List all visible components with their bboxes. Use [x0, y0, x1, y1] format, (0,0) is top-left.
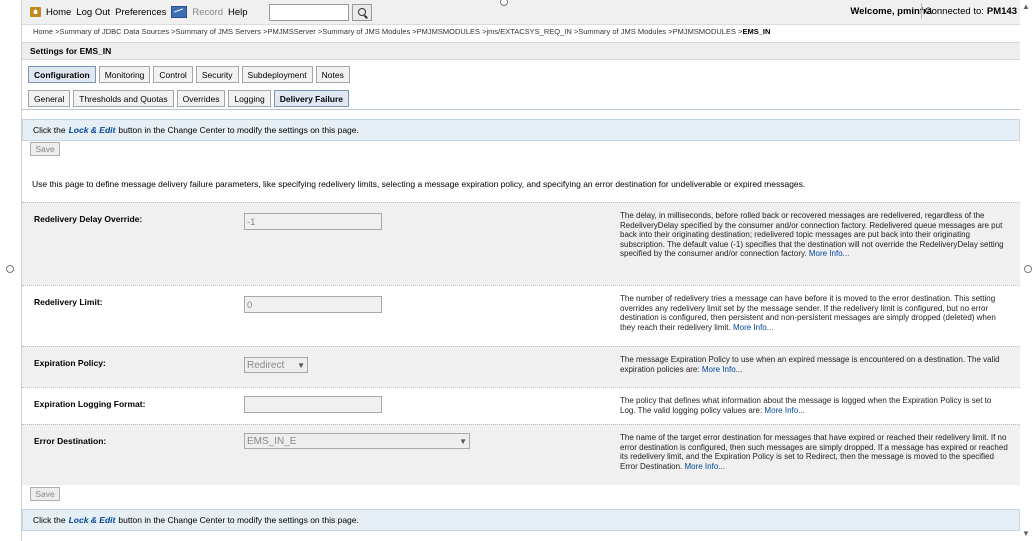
right-resize-handle[interactable]: [1024, 265, 1032, 273]
notice-prefix: Click the: [33, 125, 66, 135]
console-frame: Home Log Out Preferences Record Help Wel…: [22, 0, 1020, 541]
sub-tabs: General Thresholds and Quotas Overrides …: [28, 90, 352, 107]
field-row-redelivery-delay: Redelivery Delay Override: -1 The delay,…: [22, 202, 1020, 285]
description-text: The number of redelivery tries a message…: [620, 294, 996, 332]
tab-monitoring[interactable]: Monitoring: [98, 66, 151, 83]
page-description: Use this page to define message delivery…: [32, 179, 806, 189]
field-label: Expiration Policy:: [34, 358, 106, 368]
main-tabs: Configuration Monitoring Control Securit…: [28, 66, 353, 83]
help-link[interactable]: Help: [228, 7, 248, 18]
left-resize-handle[interactable]: [6, 265, 14, 273]
field-label: Expiration Logging Format:: [34, 399, 146, 409]
selected-value: Redirect: [247, 359, 285, 371]
selected-value: EMS_IN_E: [247, 435, 297, 447]
notice-suffix: button in the Change Center to modify th…: [118, 125, 359, 135]
tab-divider: [22, 109, 1020, 110]
save-button[interactable]: Save: [30, 142, 60, 156]
tab-subdeployment[interactable]: Subdeployment: [241, 66, 313, 83]
connected-label: Connected to:: [924, 5, 984, 17]
redelivery-delay-input[interactable]: -1: [244, 213, 382, 230]
breadcrumb-current: EMS_IN: [742, 27, 771, 36]
dropdown-arrow-icon: ▼: [459, 436, 467, 446]
notice-prefix: Click the: [33, 515, 66, 525]
search-icon: [357, 8, 366, 16]
home-icon[interactable]: [30, 7, 41, 17]
change-center-notice-bottom: Click the Lock & Edit button in the Chan…: [22, 509, 1020, 531]
change-center-notice: Click the Lock & Edit button in the Chan…: [22, 119, 1020, 141]
left-edge: [21, 0, 22, 541]
tab-control[interactable]: Control: [153, 66, 193, 83]
subtab-thresholds[interactable]: Thresholds and Quotas: [73, 90, 174, 107]
home-link[interactable]: Home: [46, 7, 71, 18]
notice-suffix: button in the Change Center to modify th…: [118, 515, 359, 525]
tab-security[interactable]: Security: [195, 66, 239, 83]
more-info-link[interactable]: More Info...: [702, 365, 742, 374]
more-info-link[interactable]: More Info...: [733, 323, 773, 332]
connected-server: PM143: [986, 5, 1017, 17]
lock-edit-link[interactable]: Lock & Edit: [69, 125, 116, 135]
search-input[interactable]: [268, 3, 349, 21]
logout-link[interactable]: Log Out: [76, 7, 110, 18]
description-text: The name of the target error destination…: [620, 433, 1008, 471]
connection-status: Connected to: PM143: [920, 3, 1020, 19]
subtab-delivery-failure[interactable]: Delivery Failure: [273, 90, 350, 107]
record-icon[interactable]: [171, 6, 188, 18]
subtab-overrides[interactable]: Overrides: [176, 90, 226, 107]
preferences-link[interactable]: Preferences: [115, 7, 166, 18]
field-row-expiration-policy: Expiration Policy: Redirect ▼ The messag…: [22, 346, 1020, 387]
error-destination-select[interactable]: EMS_IN_E ▼: [244, 433, 470, 449]
scroll-up-icon[interactable]: ▲: [1022, 2, 1030, 11]
field-description: The policy that defines what information…: [620, 396, 1008, 415]
subtab-general[interactable]: General: [28, 90, 71, 107]
breadcrumb[interactable]: Home >Summary of JDBC Data Sources >Summ…: [33, 27, 770, 36]
scroll-down-icon[interactable]: ▼: [1022, 529, 1030, 538]
field-row-error-destination: Error Destination: EMS_IN_E ▼ The name o…: [22, 424, 1020, 485]
more-info-link[interactable]: More Info...: [684, 462, 724, 471]
field-description: The name of the target error destination…: [620, 433, 1008, 471]
description-text: The message Expiration Policy to use whe…: [620, 355, 1000, 374]
more-info-link[interactable]: More Info...: [764, 406, 804, 415]
expiration-logging-input[interactable]: [244, 396, 382, 413]
dropdown-arrow-icon: ▼: [297, 360, 305, 370]
tab-notes[interactable]: Notes: [315, 66, 350, 83]
field-row-redelivery-limit: Redelivery Limit: 0 The number of redeli…: [22, 285, 1020, 346]
field-description: The delay, in milliseconds, before rolle…: [620, 211, 1008, 259]
save-button-bottom[interactable]: Save: [30, 487, 60, 501]
lock-edit-link[interactable]: Lock & Edit: [69, 515, 116, 525]
redelivery-limit-input[interactable]: 0: [244, 296, 382, 313]
field-label: Redelivery Limit:: [34, 297, 103, 307]
page-title: Settings for EMS_IN: [22, 42, 1020, 60]
search-button[interactable]: [351, 3, 372, 21]
subtab-logging[interactable]: Logging: [228, 90, 271, 107]
field-label: Redelivery Delay Override:: [34, 214, 143, 224]
expiration-policy-select[interactable]: Redirect ▼: [244, 357, 308, 373]
tab-configuration[interactable]: Configuration: [28, 66, 96, 83]
record-link[interactable]: Record: [192, 7, 223, 18]
field-row-expiration-logging: Expiration Logging Format: The policy th…: [22, 387, 1020, 424]
more-info-link[interactable]: More Info...: [809, 249, 849, 258]
description-text: The policy that defines what information…: [620, 396, 992, 415]
top-toolbar: Home Log Out Preferences Record Help Wel…: [22, 0, 1020, 25]
field-description: The message Expiration Policy to use whe…: [620, 355, 1008, 374]
field-label: Error Destination:: [34, 436, 107, 446]
field-description: The number of redelivery tries a message…: [620, 294, 1008, 332]
breadcrumb-path[interactable]: Home >Summary of JDBC Data Sources >Summ…: [33, 27, 742, 36]
